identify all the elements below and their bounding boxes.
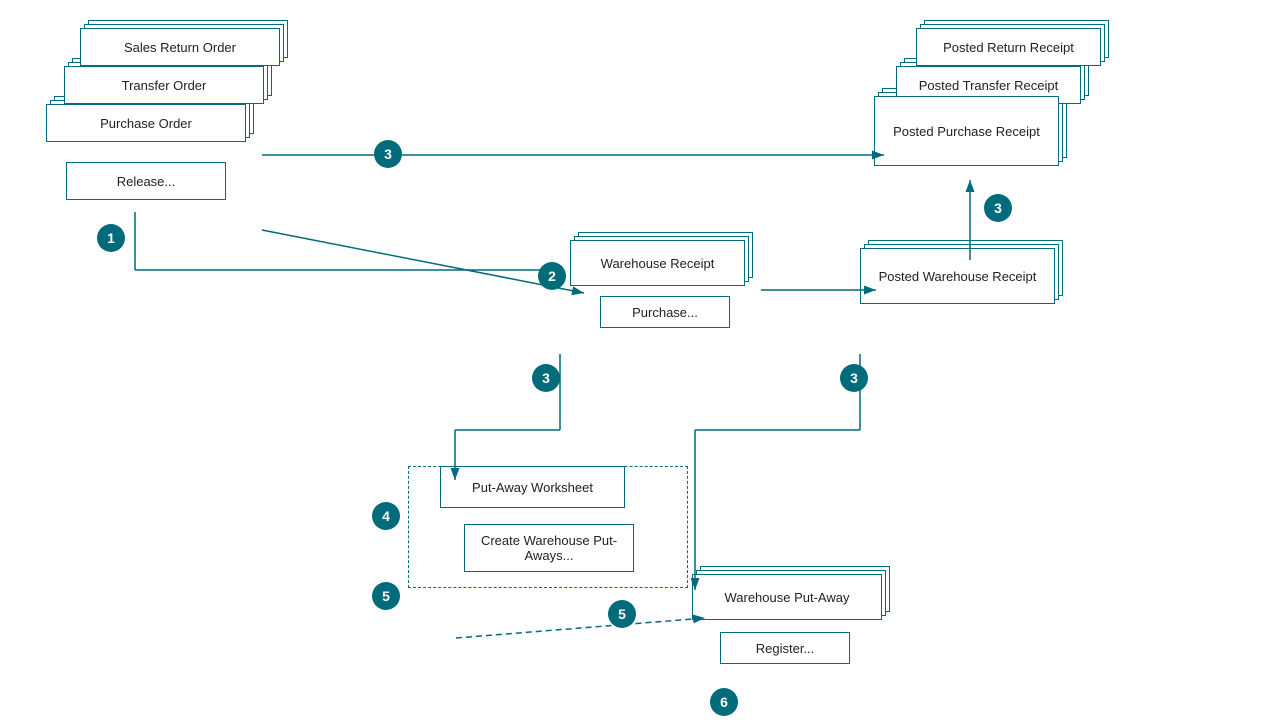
warehouse-receipt-box: Warehouse Receipt bbox=[570, 240, 745, 286]
diagram: Sales Return Order Transfer Order Purcha… bbox=[0, 0, 1280, 720]
warehouse-putaway-box: Warehouse Put-Away bbox=[692, 574, 882, 620]
posted-warehouse-receipt-stack: Posted Warehouse Receipt bbox=[860, 248, 1055, 304]
step-1-circle: 1 bbox=[97, 224, 125, 252]
sales-return-order-stack: Sales Return Order bbox=[80, 28, 280, 66]
posted-purchase-receipt-box: Posted Purchase Receipt bbox=[874, 96, 1059, 166]
warehouse-receipt-stack: Warehouse Receipt bbox=[570, 240, 745, 286]
transfer-order-box: Transfer Order bbox=[64, 66, 264, 104]
purchase-order-stack: Purchase Order bbox=[46, 104, 246, 142]
step-3d-circle: 3 bbox=[840, 364, 868, 392]
step-3b-circle: 3 bbox=[984, 194, 1012, 222]
step-5b-circle: 5 bbox=[608, 600, 636, 628]
posted-return-receipt-box: Posted Return Receipt bbox=[916, 28, 1101, 66]
posted-purchase-receipt-stack: Posted Purchase Receipt bbox=[874, 96, 1059, 166]
sales-return-order-box: Sales Return Order bbox=[80, 28, 280, 66]
step-3c-circle: 3 bbox=[532, 364, 560, 392]
purchase-order-box: Purchase Order bbox=[46, 104, 246, 142]
posted-return-receipt-stack: Posted Return Receipt bbox=[916, 28, 1101, 66]
transfer-order-stack: Transfer Order bbox=[64, 66, 264, 104]
step-3a-circle: 3 bbox=[374, 140, 402, 168]
release-box: Release... bbox=[66, 162, 226, 200]
purchase-in-wr-box: Purchase... bbox=[600, 296, 730, 328]
step-2-circle: 2 bbox=[538, 262, 566, 290]
step-4-circle: 4 bbox=[372, 502, 400, 530]
register-box: Register... bbox=[720, 632, 850, 664]
step-6-circle: 6 bbox=[710, 688, 738, 716]
posted-warehouse-receipt-box: Posted Warehouse Receipt bbox=[860, 248, 1055, 304]
step-5a-circle: 5 bbox=[372, 582, 400, 610]
putaway-dashed-box bbox=[408, 466, 688, 588]
warehouse-putaway-stack: Warehouse Put-Away bbox=[692, 574, 882, 620]
